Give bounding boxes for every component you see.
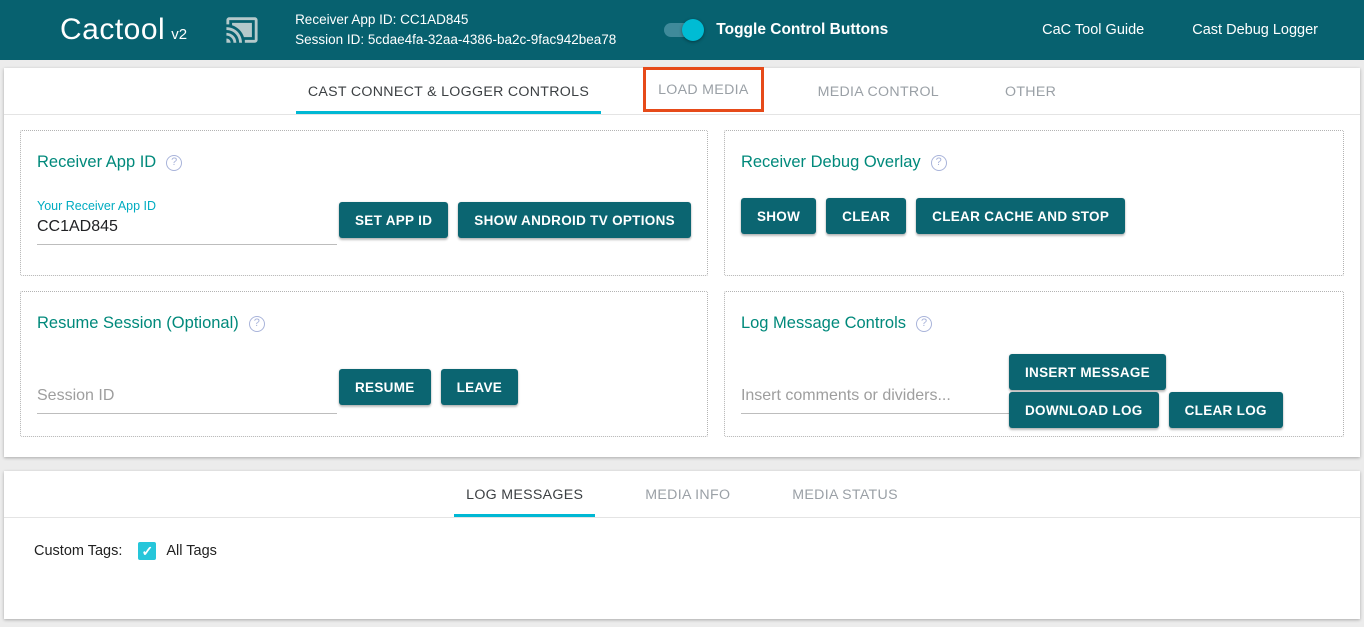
log-message-controls-title: Log Message Controls (741, 314, 906, 333)
insert-message-button[interactable]: INSERT MESSAGE (1009, 354, 1166, 390)
app-title: Cactool (60, 13, 165, 47)
clear-log-button[interactable]: CLEAR LOG (1169, 392, 1283, 428)
control-buttons-toggle[interactable] (664, 23, 700, 37)
tab-log-messages[interactable]: LOG MESSAGES (454, 471, 595, 517)
app-header: Cactool v2 Receiver App ID: CC1AD845 Ses… (0, 0, 1364, 60)
app-version: v2 (171, 26, 187, 43)
help-icon[interactable]: ? (931, 155, 947, 171)
all-tags-checkbox[interactable] (138, 542, 156, 560)
receiver-app-id-title: Receiver App ID (37, 153, 156, 172)
leave-button[interactable]: LEAVE (441, 369, 519, 405)
resume-button[interactable]: RESUME (339, 369, 431, 405)
tab-other[interactable]: OTHER (993, 68, 1068, 114)
tab-load-media[interactable]: LOAD MEDIA (643, 67, 764, 112)
resume-session-title: Resume Session (Optional) (37, 314, 239, 333)
log-tabbar: LOG MESSAGES MEDIA INFO MEDIA STATUS (4, 471, 1360, 518)
tab-media-control[interactable]: MEDIA CONTROL (806, 68, 951, 114)
controls-card: CAST CONNECT & LOGGER CONTROLS LOAD MEDI… (4, 68, 1360, 457)
main-tabbar: CAST CONNECT & LOGGER CONTROLS LOAD MEDI… (4, 68, 1360, 115)
session-id-input[interactable] (37, 383, 337, 414)
toggle-knob (682, 19, 704, 41)
all-tags-label: All Tags (166, 543, 217, 559)
receiver-debug-overlay-panel: Receiver Debug Overlay ? SHOW CLEAR CLEA… (724, 130, 1344, 276)
tab-media-status[interactable]: MEDIA STATUS (780, 471, 910, 517)
session-id-line: Session ID: 5cdae4fa-32aa-4386-ba2c-9fac… (295, 30, 616, 50)
clear-cache-and-stop-button[interactable]: CLEAR CACHE AND STOP (916, 198, 1125, 234)
help-icon[interactable]: ? (166, 155, 182, 171)
log-card: LOG MESSAGES MEDIA INFO MEDIA STATUS Cus… (4, 471, 1360, 619)
cast-debug-logger-link[interactable]: Cast Debug Logger (1192, 22, 1318, 38)
set-app-id-button[interactable]: SET APP ID (339, 202, 448, 238)
show-overlay-button[interactable]: SHOW (741, 198, 816, 234)
log-message-controls-panel: Log Message Controls ? INSERT MESSAGE DO… (724, 291, 1344, 437)
receiver-app-id-input-label: Your Receiver App ID (37, 199, 337, 213)
receiver-app-id-line: Receiver App ID: CC1AD845 (295, 10, 616, 30)
toggle-label: Toggle Control Buttons (716, 21, 888, 39)
help-icon[interactable]: ? (916, 316, 932, 332)
help-icon[interactable]: ? (249, 316, 265, 332)
session-info: Receiver App ID: CC1AD845 Session ID: 5c… (295, 10, 616, 50)
tab-media-info[interactable]: MEDIA INFO (633, 471, 742, 517)
custom-tags-label: Custom Tags: (34, 543, 122, 559)
tab-cast-connect-logger-controls[interactable]: CAST CONNECT & LOGGER CONTROLS (296, 68, 601, 114)
receiver-app-id-input[interactable] (37, 214, 337, 245)
clear-overlay-button[interactable]: CLEAR (826, 198, 906, 234)
resume-session-panel: Resume Session (Optional) ? RESUME LEAVE (20, 291, 708, 437)
cast-icon (221, 13, 263, 47)
cac-tool-guide-link[interactable]: CaC Tool Guide (1042, 22, 1144, 38)
download-log-button[interactable]: DOWNLOAD LOG (1009, 392, 1159, 428)
receiver-debug-overlay-title: Receiver Debug Overlay (741, 153, 921, 172)
show-android-tv-options-button[interactable]: SHOW ANDROID TV OPTIONS (458, 202, 691, 238)
app-logo: Cactool v2 (60, 13, 187, 47)
receiver-app-id-panel: Receiver App ID ? Your Receiver App ID S… (20, 130, 708, 276)
